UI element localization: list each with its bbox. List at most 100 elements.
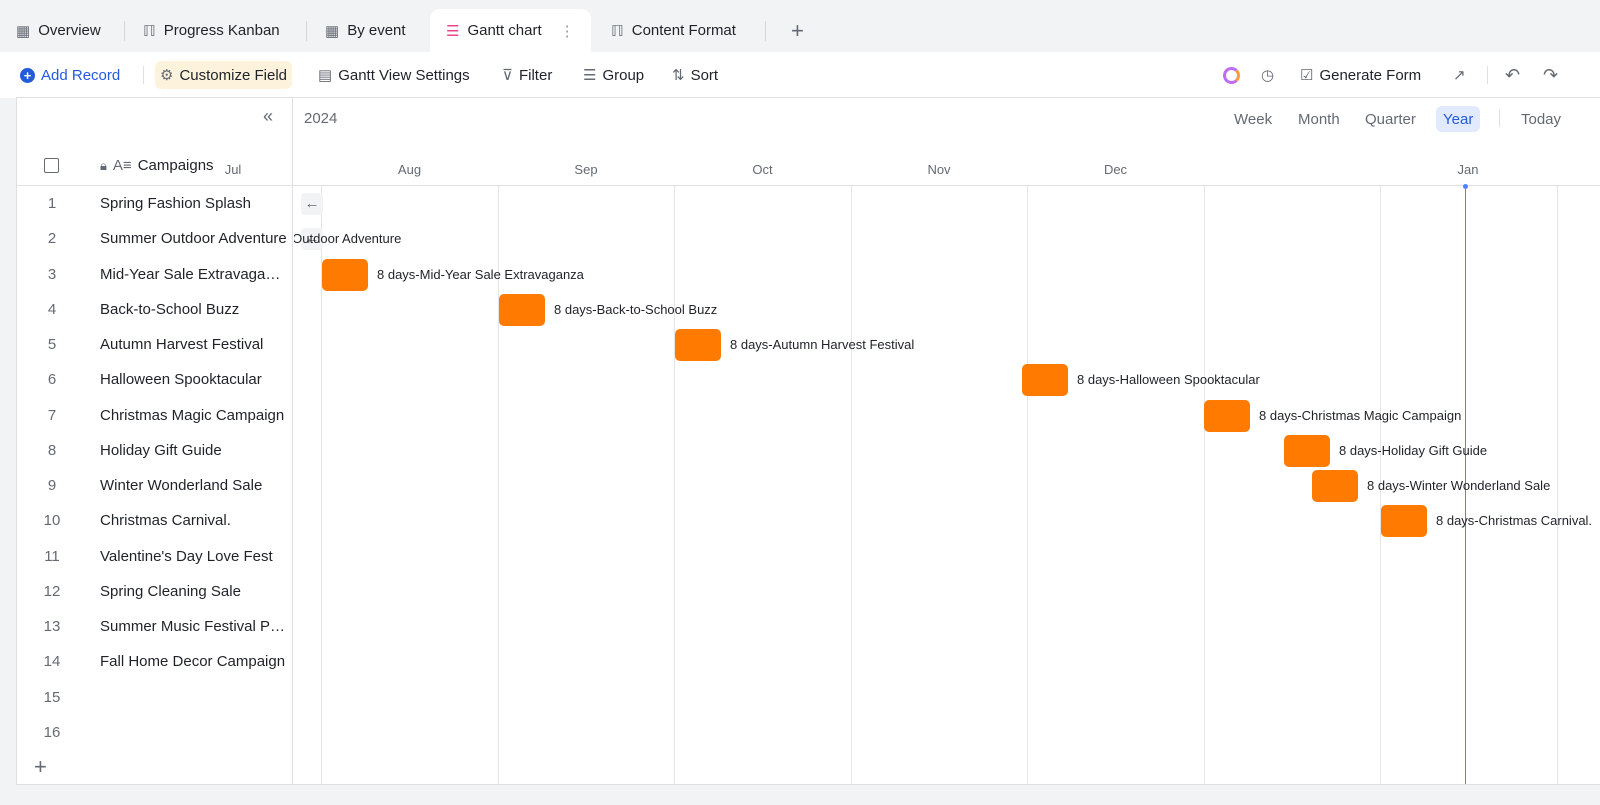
share-button[interactable]: ↗ xyxy=(1448,61,1471,89)
scale-quarter[interactable]: Quarter xyxy=(1358,106,1423,132)
today-button[interactable]: Today xyxy=(1514,106,1568,132)
bar-label: 8 days-Christmas Carnival. xyxy=(1436,513,1593,529)
column-header-campaigns[interactable]: 🔒︎ A≡ Campaigns xyxy=(100,157,214,174)
collapse-icon[interactable]: « xyxy=(263,106,273,127)
ai-button[interactable] xyxy=(1218,61,1245,89)
filter-icon: ⊽ xyxy=(502,67,513,84)
gantt-bar[interactable] xyxy=(1284,434,1330,467)
table-row[interactable]: 1 Spring Fashion Splash xyxy=(17,186,293,221)
scale-month[interactable]: Month xyxy=(1291,106,1347,132)
table-row[interactable]: 3 Mid-Year Sale Extravaganza xyxy=(17,257,293,292)
tab-progress-kanban[interactable]: ℿ Progress Kanban xyxy=(127,9,296,52)
gantt-bar[interactable] xyxy=(1022,364,1068,397)
campaign-name: Mid-Year Sale Extravaganza xyxy=(100,265,287,283)
scroll-to-bar-button[interactable]: ← xyxy=(301,193,323,215)
table-row[interactable]: 9 Winter Wonderland Sale xyxy=(17,468,293,503)
tab-by-event[interactable]: ▦ By event xyxy=(309,9,422,52)
history-icon: ◷ xyxy=(1261,67,1275,84)
campaign-name: Christmas Carnival. xyxy=(100,512,231,530)
bar-label: 8 days-Halloween Spooktacular xyxy=(1077,372,1260,388)
table-row[interactable]: 12 Spring Cleaning Sale xyxy=(17,574,293,609)
table-row[interactable]: 13 Summer Music Festival Promo xyxy=(17,609,293,644)
add-row-button[interactable]: + xyxy=(34,754,47,780)
form-icon: ☑ xyxy=(1300,67,1314,84)
campaign-name: Christmas Magic Campaign xyxy=(100,406,285,424)
gantt-bar[interactable] xyxy=(1312,470,1358,502)
table-row[interactable]: 8 Holiday Gift Guide xyxy=(17,433,293,468)
tab-content-format[interactable]: ℿ Content Format xyxy=(595,9,752,52)
table-row[interactable]: 14 Fall Home Decor Campaign xyxy=(17,644,293,679)
more-options-icon[interactable]: ⋮ xyxy=(560,22,575,40)
add-record-button[interactable]: + Add Record xyxy=(15,61,125,89)
today-dot xyxy=(1463,184,1468,189)
record-list: « 🔒︎ A≡ Campaigns + 1 Spring Fashion Spla… xyxy=(17,98,293,784)
kanban-icon: ℿ xyxy=(143,22,156,40)
history-button[interactable]: ◷ xyxy=(1256,61,1279,89)
campaign-name: Fall Home Decor Campaign xyxy=(100,653,286,671)
campaign-name: Spring Fashion Splash xyxy=(100,195,251,212)
month-label: Sep xyxy=(574,162,598,177)
gantt-bar[interactable] xyxy=(675,329,721,361)
gantt-bar[interactable] xyxy=(499,293,545,326)
row-number: 14 xyxy=(43,653,61,671)
table-row[interactable]: 16 xyxy=(17,715,293,750)
campaign-name: Back-to-School Buzz xyxy=(100,300,240,318)
table-row[interactable]: 4 Back-to-School Buzz xyxy=(17,292,293,327)
campaign-name: Valentine's Day Love Fest xyxy=(100,547,273,565)
table-row[interactable]: 11 Valentine's Day Love Fest xyxy=(17,539,293,574)
table-row[interactable]: 10 Christmas Carnival. xyxy=(17,503,293,538)
gantt-bar[interactable] xyxy=(1381,505,1427,538)
row-number: 15 xyxy=(43,688,61,706)
scale-week[interactable]: Week xyxy=(1227,106,1279,132)
table-row[interactable]: 6 Halloween Spooktacular xyxy=(17,362,293,397)
ai-ring-icon xyxy=(1223,66,1240,84)
plus-circle-icon: + xyxy=(20,67,35,83)
scale-year[interactable]: Year xyxy=(1436,106,1481,132)
row-number: 8 xyxy=(47,441,57,459)
grid-icon: ▦ xyxy=(325,22,340,40)
campaign-name: Halloween Spooktacular xyxy=(100,371,262,389)
gantt-bar[interactable] xyxy=(322,258,368,291)
row-number: 4 xyxy=(47,300,57,318)
table-row[interactable]: 15 xyxy=(17,680,293,715)
row-number: 7 xyxy=(47,406,57,424)
select-all-checkbox[interactable] xyxy=(44,158,59,173)
undo-icon: ↶ xyxy=(1505,64,1521,85)
undo-button[interactable]: ↶ xyxy=(1500,61,1525,89)
month-label: Jan xyxy=(1457,162,1479,177)
group-button[interactable]: ☰ Group xyxy=(578,61,649,89)
table-row[interactable]: 2 Summer Outdoor Adventure xyxy=(17,221,293,256)
tab-gantt-chart[interactable]: ☰ Gantt chart ⋮ xyxy=(430,9,591,52)
row-number: 12 xyxy=(43,582,61,600)
gantt-view-settings-button[interactable]: ▤ Gantt View Settings xyxy=(313,61,475,89)
toolbar: + Add Record ⚙ Customize Field ▤ Gantt View… xyxy=(0,52,1600,98)
row-number: 6 xyxy=(47,371,57,389)
sort-button[interactable]: ⇅ Sort xyxy=(667,61,723,89)
bar-label: 8 days-Winter Wonderland Sale xyxy=(1367,478,1551,493)
gantt-view: « 🔒︎ A≡ Campaigns + 1 Spring Fashion Spla… xyxy=(16,97,1600,785)
tab-overview[interactable]: ▦ Overview xyxy=(0,9,117,52)
redo-button[interactable]: ↷ xyxy=(1538,61,1563,89)
row-number: 13 xyxy=(43,618,61,635)
customize-field-button[interactable]: ⚙ Customize Field xyxy=(155,61,292,89)
month-gridline xyxy=(1027,186,1028,784)
sort-icon: ⇅ xyxy=(672,67,685,84)
table-row[interactable]: 5 Autumn Harvest Festival xyxy=(17,327,293,362)
arrow-left-icon: ← xyxy=(304,195,320,212)
share-icon: ↗ xyxy=(1453,67,1466,84)
campaign-name: Summer Music Festival Promo xyxy=(100,618,287,635)
table-row[interactable]: 7 Christmas Magic Campaign xyxy=(17,398,293,433)
campaign-name: Summer Outdoor Adventure xyxy=(100,230,287,248)
add-view-button[interactable]: + xyxy=(775,9,820,52)
month-label: Nov xyxy=(927,162,951,177)
gantt-icon: ☰ xyxy=(446,22,460,40)
gantt-bar[interactable] xyxy=(1204,399,1250,432)
row-number: 11 xyxy=(44,547,60,565)
row-number: 10 xyxy=(43,512,61,530)
row-number: 3 xyxy=(47,265,57,283)
month-gridline xyxy=(1203,186,1205,784)
campaign-name: Autumn Harvest Festival xyxy=(100,336,264,353)
filter-button[interactable]: ⊽ Filter xyxy=(497,61,557,89)
bar-label: 8 days-Autumn Harvest Festival xyxy=(730,337,915,352)
generate-form-button[interactable]: ☑ Generate Form xyxy=(1295,61,1426,89)
